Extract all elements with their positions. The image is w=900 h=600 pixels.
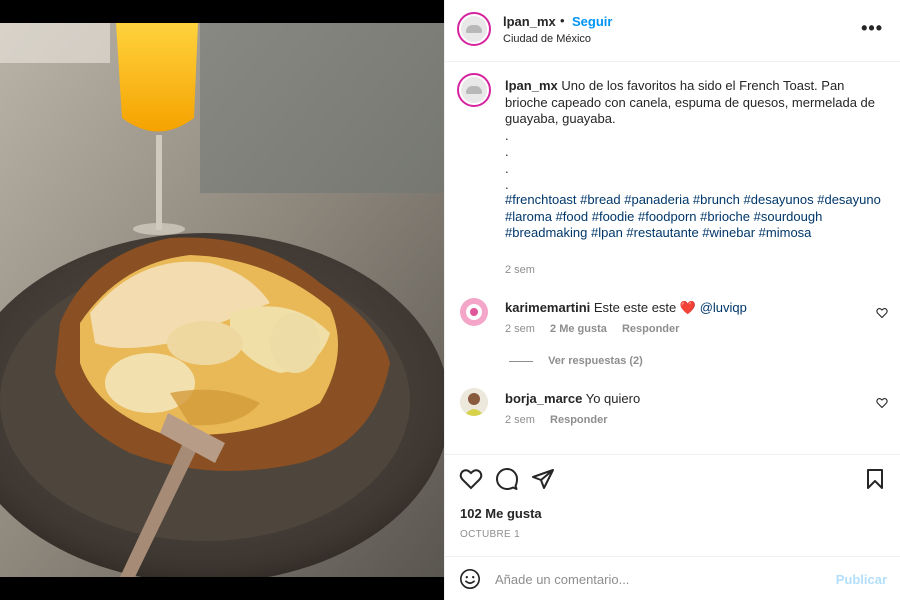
caption-hashtags[interactable]: #frenchtoast #bread #panaderia #brunch #… bbox=[505, 192, 885, 242]
comment-text: karimemartini Este este este ❤️ @luviqp bbox=[505, 300, 747, 316]
comment-time: 2 sem bbox=[505, 414, 535, 426]
comment-meta: 2 sem 2 Me gusta Responder bbox=[505, 323, 691, 335]
more-options-icon[interactable]: ••• bbox=[861, 18, 883, 39]
post-photo[interactable] bbox=[0, 23, 444, 577]
post-media-frame bbox=[0, 0, 444, 600]
caption-timestamp: 2 sem bbox=[505, 264, 535, 276]
comment-bubble-icon[interactable] bbox=[495, 467, 519, 491]
post-actions-bar: 102 Me gusta OCTUBRE 1 bbox=[445, 454, 900, 556]
french-toast-photo bbox=[0, 23, 444, 577]
like-heart-icon[interactable] bbox=[459, 467, 483, 491]
post-caption: lpan_mx Uno de los favoritos ha sido el … bbox=[505, 78, 885, 194]
caption-dot: . bbox=[505, 144, 509, 159]
follow-button[interactable]: Seguir bbox=[572, 14, 612, 29]
save-bookmark-icon[interactable] bbox=[863, 467, 887, 491]
comment-username[interactable]: borja_marce bbox=[505, 391, 582, 406]
post-date: OCTUBRE 1 bbox=[460, 529, 520, 540]
emoji-smiley-icon[interactable] bbox=[459, 568, 481, 590]
like-comment-heart-icon[interactable] bbox=[876, 397, 888, 409]
author-username[interactable]: lpan_mx bbox=[503, 14, 556, 29]
commenter-avatar[interactable] bbox=[460, 298, 488, 326]
publish-button[interactable]: Publicar bbox=[836, 572, 887, 587]
post-header: lpan_mx • Seguir Ciudad de México ••• bbox=[445, 0, 900, 62]
comment-username[interactable]: karimemartini bbox=[505, 300, 590, 315]
comment-body: Este este este bbox=[593, 300, 677, 315]
commenter-avatar[interactable] bbox=[460, 388, 488, 416]
comment-meta: 2 sem Responder bbox=[505, 414, 620, 426]
caption-username[interactable]: lpan_mx bbox=[505, 78, 558, 93]
comment-text: borja_marce Yo quiero bbox=[505, 391, 640, 406]
heart-emoji: ❤️ bbox=[679, 300, 697, 315]
comment-mention[interactable]: @luviqp bbox=[700, 300, 747, 315]
post-location[interactable]: Ciudad de México bbox=[503, 33, 591, 45]
caption-text: Uno de los favoritos ha sido el French T… bbox=[505, 78, 876, 126]
lpan-logo-icon bbox=[461, 77, 487, 103]
comment-body: Yo quiero bbox=[585, 391, 641, 406]
caption-dot: . bbox=[505, 160, 509, 176]
caption-author-avatar[interactable] bbox=[457, 73, 491, 107]
likes-count[interactable]: 102 Me gusta bbox=[460, 506, 542, 521]
reply-button[interactable]: Responder bbox=[550, 414, 607, 426]
share-paper-plane-icon[interactable] bbox=[531, 467, 555, 491]
replies-line bbox=[509, 360, 533, 362]
like-comment-heart-icon[interactable] bbox=[876, 307, 888, 319]
comment-likes[interactable]: 2 Me gusta bbox=[550, 323, 607, 335]
header-separator: • bbox=[560, 13, 565, 28]
reply-button[interactable]: Responder bbox=[622, 323, 679, 335]
caption-dots: . . . . bbox=[505, 128, 885, 194]
comment-time: 2 sem bbox=[505, 323, 535, 335]
comment-input[interactable] bbox=[495, 569, 815, 589]
lpan-logo-icon bbox=[461, 16, 487, 42]
view-replies-label[interactable]: Ver respuestas (2) bbox=[548, 355, 643, 367]
view-replies-button[interactable]: Ver respuestas (2) bbox=[509, 355, 643, 367]
author-avatar[interactable] bbox=[457, 12, 491, 46]
caption-dot: . bbox=[505, 127, 509, 143]
add-comment-bar: Publicar bbox=[445, 556, 900, 600]
post-details-panel: lpan_mx • Seguir Ciudad de México ••• lp… bbox=[444, 0, 900, 600]
